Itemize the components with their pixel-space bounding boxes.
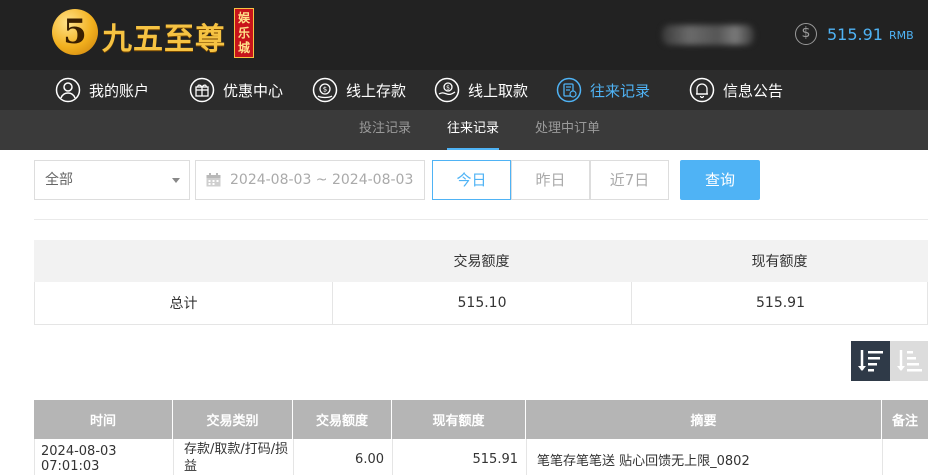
row-category-text: 存款/取款/打码/损益: [184, 442, 289, 474]
nav-announcements[interactable]: 信息公告: [689, 76, 783, 104]
withdraw-icon: $: [434, 77, 460, 103]
summary-trade-amount: 515.10: [333, 282, 632, 324]
row-note: [883, 439, 928, 475]
nav-label: 往来记录: [590, 81, 651, 100]
header-category: 交易类别: [173, 400, 293, 439]
tab-pending-orders[interactable]: 处理中订单: [535, 110, 600, 150]
chevron-down-icon: [172, 178, 180, 183]
row-category: 存款/取款/打码/损益: [174, 439, 294, 475]
logo-badge: 娱乐城: [234, 8, 254, 58]
table-row: 2024-08-03 07:01:03 存款/取款/打码/损益 6.00 515…: [34, 439, 928, 475]
nav-label: 信息公告: [723, 81, 784, 100]
main-nav: 我的账户 优惠中心 $ 线上存款 $ 线上取款 往来记录 信息公告: [0, 70, 928, 110]
calendar-icon: [206, 173, 221, 187]
summary-table-row: 总计 515.10 515.91: [34, 282, 928, 325]
row-time: 2024-08-03 07:01:03: [35, 439, 174, 475]
top-bar: 5 九五至尊 娱乐城 $ 515.91 RMB: [0, 0, 928, 70]
dollar-icon: $: [795, 23, 817, 45]
deposit-icon: $: [312, 77, 338, 103]
balance-display: $ 515.91 RMB: [795, 22, 914, 46]
row-summary: 笔笔存笔笔送 贴心回馈无上限_0802: [527, 439, 883, 475]
row-balance: 515.91: [393, 439, 527, 475]
query-button[interactable]: 查询: [680, 160, 760, 200]
quick-yesterday-button[interactable]: 昨日: [511, 160, 590, 200]
sub-nav: 投注记录 往来记录 处理中订单: [0, 110, 928, 150]
quick-7days-button[interactable]: 近7日: [590, 160, 669, 200]
nav-label: 优惠中心: [223, 81, 284, 100]
summary-header-blank: [34, 240, 332, 282]
nav-online-withdraw[interactable]: $ 线上取款: [434, 76, 528, 104]
sort-ascending-icon: [897, 350, 922, 372]
sort-ascending-button[interactable]: [890, 341, 928, 381]
header-time: 时间: [34, 400, 173, 439]
header-trade-amount: 交易额度: [293, 400, 392, 439]
nav-label: 我的账户: [89, 81, 150, 100]
svg-text:$: $: [446, 84, 450, 91]
sort-descending-button[interactable]: [851, 341, 890, 381]
header-note: 备注: [891, 414, 918, 429]
logo-digit: 5: [63, 12, 87, 52]
summary-header-trade-amount: 交易额度: [453, 254, 510, 270]
type-select[interactable]: 全部: [34, 160, 190, 200]
tab-bet-records[interactable]: 投注记录: [359, 110, 411, 150]
divider: [34, 219, 928, 220]
username-blurred: [662, 25, 754, 45]
row-trade-amount: 6.00: [294, 439, 393, 475]
nav-online-deposit[interactable]: $ 线上存款: [312, 76, 406, 104]
nav-label: 线上存款: [346, 81, 407, 100]
header-summary: 摘要: [526, 400, 882, 439]
nav-promotions[interactable]: 优惠中心: [189, 76, 283, 104]
date-range-input[interactable]: 2024-08-03 ~ 2024-08-03: [195, 160, 425, 200]
logo-text: 九五至尊: [102, 22, 226, 57]
balance-value: 515.91: [827, 24, 883, 44]
quick-today-button[interactable]: 今日: [432, 160, 511, 200]
summary-header-current-amount: 现有额度: [751, 254, 808, 270]
summary-current-amount: 515.91: [756, 295, 805, 311]
sort-descending-icon: [858, 350, 883, 372]
svg-text:$: $: [323, 86, 327, 94]
user-icon: [55, 77, 81, 103]
records-table-header: 时间 交易类别 交易额度 现有额度 摘要 备注: [34, 400, 928, 439]
gift-icon: [189, 77, 215, 103]
header-balance: 现有额度: [392, 400, 526, 439]
bell-icon: [689, 77, 715, 103]
summary-total-label: 总计: [35, 282, 333, 324]
type-select-value: 全部: [45, 172, 73, 188]
nav-my-account[interactable]: 我的账户: [55, 76, 149, 104]
nav-transaction-records[interactable]: 往来记录: [556, 76, 650, 104]
summary-table-header: 交易额度 现有额度: [34, 240, 928, 282]
date-range-value: 2024-08-03 ~ 2024-08-03: [230, 172, 414, 188]
balance-currency: RMB: [888, 29, 914, 42]
logo-emblem: 5: [52, 9, 98, 55]
records-icon: [556, 77, 582, 103]
nav-label: 线上取款: [468, 81, 529, 100]
tab-transaction-records[interactable]: 往来记录: [447, 110, 500, 150]
